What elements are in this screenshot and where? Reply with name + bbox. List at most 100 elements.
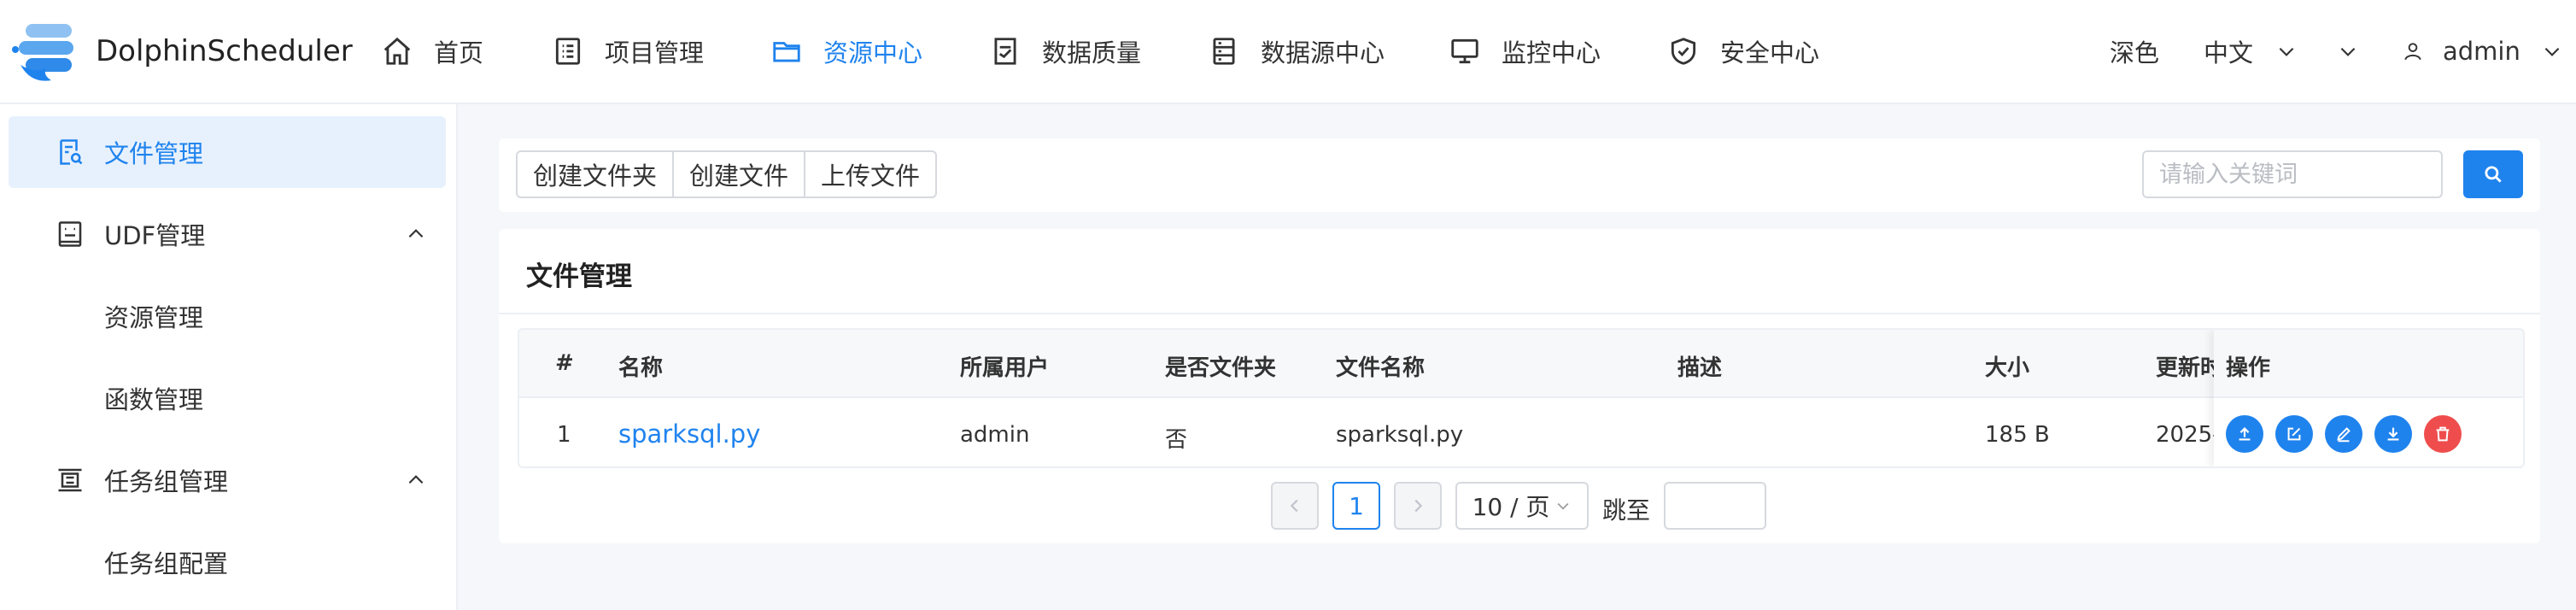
next-page-button[interactable] [1394,482,1442,530]
task-group-icon [58,468,82,492]
page-size-select[interactable]: 10 / 页 [1455,482,1589,530]
nav-data-quality-label: 数据质量 [1042,38,1142,67]
sidebar-item-udf[interactable]: UDF管理 [9,198,446,270]
prev-page-button[interactable] [1271,482,1319,530]
cell-is-dir: 否 [1165,427,1188,453]
dolphin-logo-icon[interactable] [12,15,85,89]
shield-icon [1671,38,1696,65]
nav-security-label: 安全中心 [1720,38,1820,67]
project-icon [555,38,581,65]
chevron-down-icon [2340,47,2356,56]
action-button-group: 创建文件夹 创建文件 上传文件 [516,150,938,198]
theme-label: 深色 [2110,38,2160,67]
sidebar-item-label: 函数管理 [104,385,204,414]
sidebar-item-task-group-config[interactable]: 任务组配置 [9,526,446,598]
page-size-label: 10 / 页 [1472,493,1550,521]
column-header-name: 名称 [618,355,664,381]
folder-icon [773,42,800,62]
file-table-card: 文件管理 # 名称 所属用户 是否文件夹 文件名称 描述 大小 更新时 1 sp… [499,229,2540,543]
chevron-down-icon [2544,47,2560,56]
edit-button[interactable] [2275,415,2313,453]
top-header: DolphinScheduler 首页 项目管理 资源中心 数据质量 数据源中心… [0,0,2576,104]
chevron-right-icon [1414,499,1423,513]
column-header-size: 大小 [1985,355,2030,381]
column-header-actions: 操作 [2226,355,2271,381]
cell-size: 185 B [1985,422,2050,448]
cell-owner: admin [960,422,1030,448]
edit-icon [2287,427,2301,441]
file-table: # 名称 所属用户 是否文件夹 文件名称 描述 大小 更新时 1 sparksq… [518,328,2525,468]
user-label: admin [2443,37,2520,66]
data-quality-icon [994,38,1016,65]
jump-to-label: 跳至 [1602,496,1651,525]
sidebar-item-label: 任务组管理 [104,467,229,496]
create-folder-button[interactable]: 创建文件夹 [516,150,675,198]
column-header-owner: 所属用户 [960,355,1050,381]
toolbar-card: 创建文件夹 创建文件 上传文件 [499,138,2540,212]
sidebar-item-label: 任务组配置 [104,549,229,578]
column-header-file-name: 文件名称 [1336,355,1426,381]
cell-updated: 2025- [2156,422,2221,448]
monitor-icon [1451,38,1478,64]
nav-home-label: 首页 [434,38,484,67]
nav-home[interactable]: 首页 [381,0,483,103]
sidebar-item-label: UDF管理 [104,221,206,250]
udf-icon [58,221,82,247]
rename-button[interactable] [2325,415,2362,453]
column-header-index: # [555,350,574,376]
brand-name[interactable]: DolphinScheduler [96,34,353,68]
nav-monitor[interactable]: 监控中心 [1449,0,1601,103]
nav-datasource-label: 数据源中心 [1261,38,1385,67]
sidebar: 文件管理 UDF管理 资源管理 函数管理 任务组管理 任务组配置 [0,104,458,610]
cell-name-link[interactable]: sparksql.py [618,419,760,449]
page-1-button[interactable]: 1 [1332,482,1380,530]
nav-resource-label: 资源中心 [823,38,923,67]
chevron-down-icon [2279,47,2294,56]
chevron-down-icon [1558,502,1569,510]
upload-icon [2239,427,2251,441]
language-label: 中文 [2204,38,2254,67]
delete-icon [2436,426,2450,442]
sidebar-item-label: 文件管理 [104,139,204,168]
sidebar-item-file-manage[interactable]: 文件管理 [9,116,446,188]
sidebar-item-resource-manage[interactable]: 资源管理 [9,280,446,352]
delete-button[interactable] [2424,415,2462,453]
cell-index: 1 [557,422,571,448]
column-header-updated: 更新时 [2156,355,2223,381]
sidebar-item-function-manage[interactable]: 函数管理 [9,362,446,434]
chevron-left-icon [1290,499,1298,513]
theme-toggle[interactable]: 深色 [2110,0,2159,103]
user-icon [2404,43,2421,61]
nav-project-label: 项目管理 [605,38,705,67]
actions-column: 操作 [2214,330,2523,466]
nav-data-quality[interactable]: 数据质量 [989,0,1141,103]
language-select[interactable]: 中文 [2204,0,2298,103]
sidebar-item-task-group[interactable]: 任务组管理 [9,444,446,516]
home-icon [383,37,411,65]
nav-datasource[interactable]: 数据源中心 [1208,0,1385,103]
file-manage-icon [60,139,83,165]
upload-file-button[interactable]: 上传文件 [804,150,938,198]
nav-monitor-label: 监控中心 [1502,38,1601,67]
rename-icon [2337,427,2351,443]
nav-project[interactable]: 项目管理 [552,0,704,103]
upload-button[interactable] [2226,415,2263,453]
search-button[interactable] [2463,150,2523,198]
search-icon [2485,166,2502,183]
download-icon [2387,427,2399,441]
chevron-up-icon [408,475,424,484]
nav-resource[interactable]: 资源中心 [770,0,922,103]
cell-file-name: sparksql.py [1336,422,1464,448]
jump-to-input[interactable] [1664,482,1766,530]
divider [499,313,2540,314]
extra-dropdown[interactable] [2337,0,2359,103]
nav-security[interactable]: 安全中心 [1667,0,1819,103]
search-input[interactable] [2142,150,2443,198]
column-header-is-dir: 是否文件夹 [1165,355,1277,381]
column-header-description: 描述 [1677,355,1723,381]
create-file-button[interactable]: 创建文件 [672,150,806,198]
download-button[interactable] [2374,415,2412,453]
user-menu[interactable]: admin [2402,0,2563,103]
card-title: 文件管理 [526,261,632,292]
datasource-icon [1213,38,1235,65]
